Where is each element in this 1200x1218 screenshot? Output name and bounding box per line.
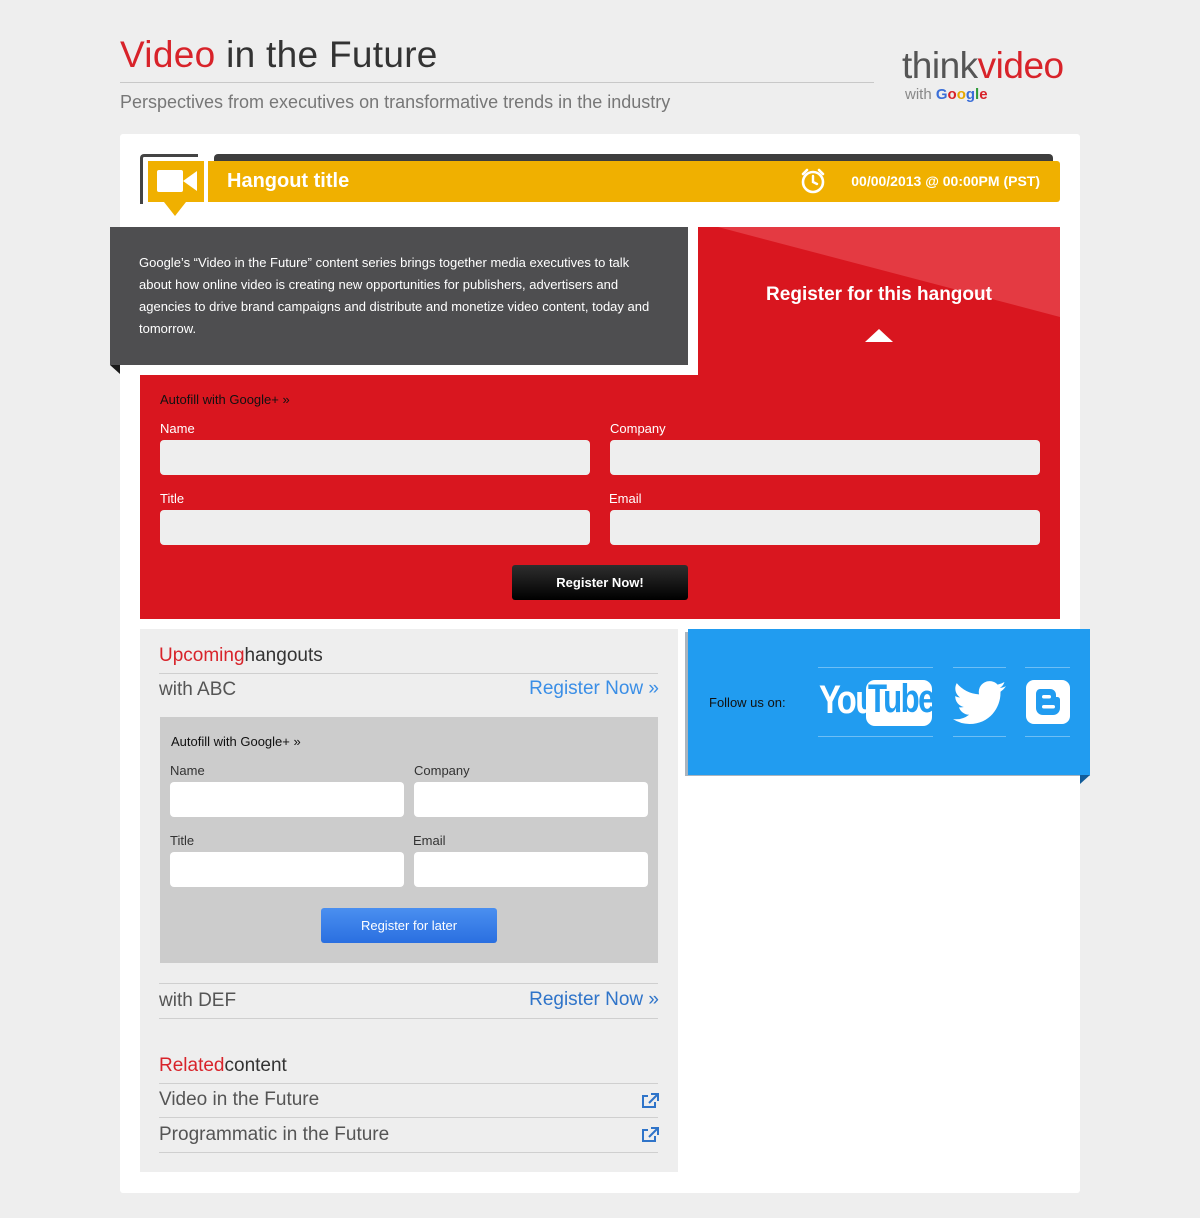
twitter-icon[interactable] — [953, 667, 1006, 737]
email-label: Email — [609, 491, 642, 506]
hangout-description: Google’s “Video in the Future” content s… — [139, 255, 650, 336]
title-rest: in the Future — [226, 34, 438, 75]
divider — [159, 983, 658, 984]
title-accent: Video — [120, 34, 216, 75]
page-title: Video in the Future — [120, 34, 438, 76]
logo-video: video — [977, 45, 1064, 86]
external-link-icon[interactable] — [641, 1127, 659, 1143]
register-now-link-abc[interactable]: Register Now » — [529, 678, 659, 700]
related-heading-rest: content — [224, 1055, 287, 1076]
email-field-secondary[interactable] — [414, 852, 648, 887]
register-now-button[interactable]: Register Now! — [512, 565, 688, 600]
description-shadow-right — [688, 227, 698, 375]
upcoming-item-def: with DEF — [159, 990, 237, 1011]
name-label: Name — [160, 421, 195, 436]
divider — [159, 1083, 658, 1084]
hangout-title: Hangout title — [227, 170, 350, 192]
alarm-clock-icon — [801, 168, 825, 194]
register-now-link-def[interactable]: Register Now » — [529, 989, 659, 1011]
logo-with-google: with Google — [905, 86, 1092, 103]
up-arrow-icon — [865, 329, 893, 342]
hangout-bar: Hangout title 00/00/2013 @ 00:00PM (PST) — [208, 161, 1060, 202]
title-field-secondary[interactable] — [170, 852, 404, 887]
company-field[interactable] — [610, 440, 1040, 475]
hangout-datetime: 00/00/2013 @ 00:00PM (PST) — [851, 173, 1040, 189]
video-camera-icon — [157, 170, 197, 192]
company-label: Company — [610, 421, 666, 436]
email-label-secondary: Email — [413, 833, 446, 848]
autofill-google-plus-link[interactable]: Autofill with Google+ » — [160, 392, 290, 407]
youtube-tube-badge: Tube — [866, 677, 936, 726]
upcoming-heading-accent: Upcoming — [159, 645, 245, 666]
related-heading-accent: Related — [159, 1055, 225, 1076]
follow-us-box: Follow us on: You Tube — [688, 629, 1090, 775]
divider — [159, 673, 658, 674]
blogger-badge — [1026, 680, 1070, 724]
divider — [159, 1117, 658, 1118]
register-for-later-button[interactable]: Register for later — [321, 908, 497, 943]
follow-us-label: Follow us on: — [709, 695, 786, 710]
title-field[interactable] — [160, 510, 590, 545]
blogger-b-icon — [1036, 689, 1060, 715]
logo-think: think — [902, 45, 978, 86]
youtube-icon[interactable]: You Tube — [818, 667, 936, 737]
autofill-google-plus-link-secondary[interactable]: Autofill with Google+ » — [171, 734, 301, 749]
description-shadow-bottom — [120, 365, 698, 375]
register-header: Register for this hangout — [698, 227, 1060, 375]
page-subtitle: Perspectives from executives on transfor… — [120, 92, 671, 112]
email-field[interactable] — [610, 510, 1040, 545]
register-heading: Register for this hangout — [766, 284, 992, 305]
name-label-secondary: Name — [170, 763, 205, 778]
title-label-secondary: Title — [170, 833, 195, 848]
logo-google: Google — [935, 86, 988, 103]
logo-with: with — [905, 86, 932, 103]
blogger-icon[interactable] — [1025, 667, 1070, 737]
twitter-bird-icon — [953, 681, 1006, 724]
description-fold — [110, 365, 120, 374]
divider — [159, 1018, 658, 1019]
title-label: Title — [160, 491, 185, 506]
name-field[interactable] — [160, 440, 590, 475]
related-heading: Relatedcontent — [159, 1055, 287, 1077]
company-field-secondary[interactable] — [414, 782, 648, 817]
upcoming-heading-rest: hangouts — [244, 645, 323, 666]
related-item-programmatic-in-the-future[interactable]: Programmatic in the Future — [159, 1124, 389, 1146]
divider — [159, 1152, 658, 1153]
company-label-secondary: Company — [414, 763, 470, 778]
related-item-video-in-the-future[interactable]: Video in the Future — [159, 1089, 319, 1111]
camera-badge-pointer — [164, 202, 186, 216]
youtube-tube-text: Tube — [868, 677, 936, 721]
upcoming-heading: Upcominghangouts — [159, 645, 323, 667]
logo-wordmark: thinkvideo — [902, 46, 1092, 86]
name-field-secondary[interactable] — [170, 782, 404, 817]
external-link-icon[interactable] — [641, 1093, 659, 1109]
think-video-logo[interactable]: thinkvideo with Google — [902, 46, 1092, 106]
follow-box-fold — [1080, 775, 1090, 784]
upcoming-item-abc: with ABC — [159, 679, 237, 700]
hangout-description-panel: Google’s “Video in the Future” content s… — [110, 227, 688, 365]
title-divider — [120, 82, 874, 83]
